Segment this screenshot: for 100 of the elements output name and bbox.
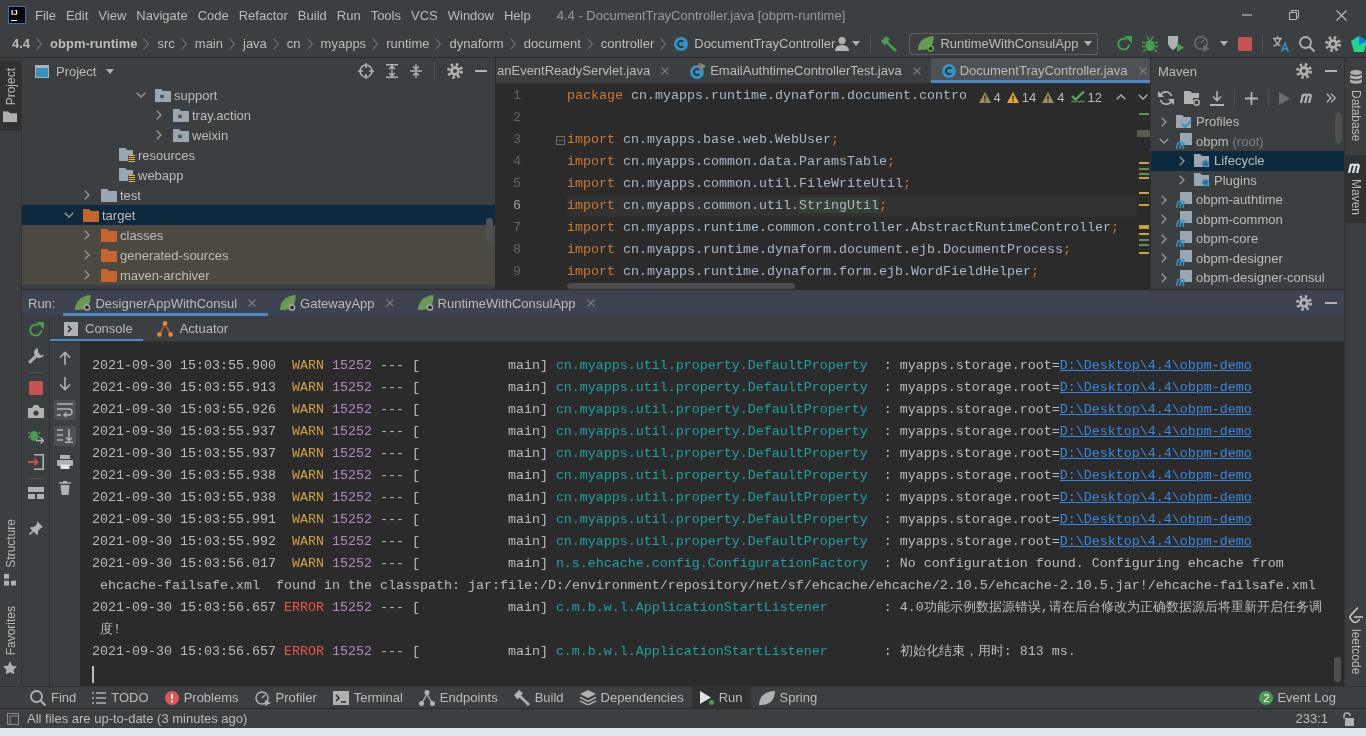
tree-item[interactable]: Lifecycle — [1151, 151, 1344, 171]
inspection-counter[interactable]: 4 — [1042, 89, 1065, 105]
stop-icon[interactable] — [1238, 36, 1253, 51]
tree-item[interactable]: obpm-designer — [1151, 248, 1344, 268]
view-selector[interactable]: Project — [35, 63, 115, 79]
square-icon[interactable] — [7, 712, 19, 725]
tree-item[interactable]: maven-archiver — [22, 265, 495, 285]
breadcrumb[interactable]: java — [243, 36, 267, 51]
breadcrumb[interactable]: runtime — [386, 36, 430, 51]
arrow-down-icon[interactable] — [59, 377, 71, 391]
expand-all-icon[interactable] — [386, 64, 398, 78]
menu-item[interactable]: File — [30, 7, 61, 23]
scrollbar-thumb[interactable] — [1333, 657, 1341, 682]
tree-item[interactable]: Profiles — [1151, 112, 1344, 132]
inspection-counter[interactable]: 12 — [1070, 89, 1102, 105]
settings-icon[interactable] — [447, 63, 463, 79]
translate-icon[interactable] — [1273, 35, 1290, 52]
tool-window-button[interactable]: Run — [691, 687, 751, 708]
tree-item[interactable]: target — [22, 205, 495, 225]
editor-tab[interactable]: anEventReadyServlet.java — [496, 58, 680, 83]
file-link[interactable]: D:\Desktop\4.4\obpm-demo — [1059, 531, 1252, 553]
settings-icon[interactable] — [1325, 35, 1342, 52]
tree-item[interactable]: resources — [22, 145, 495, 165]
tool-window-button[interactable]: TODO — [84, 687, 157, 708]
hammer-icon[interactable] — [881, 35, 898, 52]
tree-item[interactable]: obpm-core — [1151, 229, 1344, 249]
console-tab[interactable]: Actuator — [142, 316, 239, 341]
caret-icon[interactable] — [852, 41, 861, 46]
breadcrumb[interactable]: src — [157, 36, 175, 51]
menu-item[interactable]: Run — [331, 7, 366, 23]
editor-tab[interactable]: DocumentTrayController.java — [930, 58, 1150, 83]
settings-icon[interactable] — [1296, 63, 1312, 79]
camera-icon[interactable] — [27, 405, 44, 418]
inspection-counter[interactable]: 14 — [1006, 89, 1037, 105]
collapse-all-icon[interactable] — [410, 64, 422, 78]
menu-item[interactable]: VCS — [406, 7, 443, 23]
fold-marker-icon[interactable] — [556, 135, 565, 145]
event-log-button[interactable]: 2 Event Log — [1259, 687, 1366, 708]
menu-item[interactable]: Window — [442, 7, 499, 23]
file-link[interactable]: D:\Desktop\4.4\obpm-demo — [1059, 355, 1252, 377]
menu-item[interactable]: Help — [498, 7, 536, 23]
menu-item[interactable]: Edit — [60, 7, 94, 23]
tree-item[interactable]: obpm-designer-consul — [1151, 268, 1344, 288]
caret-icon[interactable] — [1220, 41, 1229, 46]
search-icon[interactable] — [1299, 35, 1316, 52]
breadcrumb[interactable]: document — [523, 36, 581, 51]
caret-position[interactable]: 233:1 — [1295, 711, 1328, 726]
chevron-down-icon[interactable] — [1138, 94, 1148, 100]
file-link[interactable]: D:\Desktop\4.4\obpm-demo — [1059, 399, 1252, 421]
tree-item[interactable]: obpm-authtime — [1151, 190, 1344, 210]
breadcrumb[interactable]: dynaform — [449, 36, 504, 51]
bug-arrow-icon[interactable] — [27, 428, 44, 444]
menu-item[interactable]: Code — [192, 7, 234, 23]
close-icon[interactable] — [912, 66, 921, 75]
tool-window-button[interactable]: Project — [0, 60, 21, 131]
tool-window-button[interactable]: Spring — [750, 687, 826, 708]
tool-window-button[interactable]: leetcode — [1345, 598, 1366, 682]
tool-window-button[interactable]: Endpoints — [410, 687, 506, 708]
close-icon[interactable] — [661, 66, 670, 75]
soft-wrap-icon[interactable] — [54, 400, 76, 420]
menu-item[interactable]: Navigate — [131, 7, 193, 23]
close-icon[interactable] — [1336, 9, 1347, 21]
file-link[interactable]: D:\Desktop\4.4\obpm-demo — [1059, 377, 1252, 399]
arrow-up-icon[interactable] — [59, 351, 71, 365]
rerun-icon[interactable] — [27, 322, 44, 338]
stop-icon[interactable] — [28, 381, 43, 395]
tree-item[interactable]: classes — [22, 225, 495, 245]
menu-item[interactable]: View — [93, 7, 132, 23]
menu-item[interactable]: Refactor — [233, 7, 293, 23]
menu-item[interactable]: Build — [292, 7, 332, 23]
file-link[interactable]: D:\Desktop\4.4\obpm-demo — [1059, 421, 1252, 443]
wrench-icon[interactable] — [27, 348, 44, 364]
tree-item[interactable]: obpm (root) — [1151, 131, 1344, 151]
console-tab[interactable]: Console — [50, 316, 143, 341]
tool-window-button[interactable]: Database — [1345, 62, 1366, 150]
exit-icon[interactable] — [27, 454, 44, 470]
tree-item[interactable]: generated-sources — [22, 245, 495, 265]
run-tab[interactable]: DesignerAppWithConsul — [63, 290, 269, 316]
settings-icon[interactable] — [1296, 295, 1312, 311]
refresh-icon[interactable] — [1158, 90, 1174, 106]
scroll-to-end-icon[interactable] — [54, 426, 76, 446]
file-link[interactable]: D:\Desktop\4.4\obpm-demo — [1059, 487, 1252, 509]
tool-window-button[interactable]: Profiler — [246, 687, 325, 708]
rerun-icon[interactable] — [1116, 35, 1133, 52]
download-icon[interactable] — [1210, 90, 1224, 106]
menu-item[interactable]: Tools — [365, 7, 406, 23]
tool-window-button[interactable]: Maven — [1345, 155, 1366, 224]
inspection-counter[interactable]: 4 — [978, 89, 1001, 105]
file-link[interactable]: D:\Desktop\4.4\obpm-demo — [1059, 465, 1252, 487]
layout-icon[interactable] — [27, 487, 44, 499]
scrollbar-thumb[interactable] — [486, 218, 493, 243]
tree-item[interactable]: Plugins — [1151, 170, 1344, 190]
run-tab[interactable]: GatewayApp — [268, 290, 406, 316]
trash-icon[interactable] — [59, 481, 71, 495]
tool-window-button[interactable]: Terminal — [324, 687, 411, 708]
tree-item[interactable]: support — [22, 85, 495, 105]
tool-window-button[interactable]: Dependencies — [571, 687, 692, 708]
tree-item[interactable]: tray.action — [22, 105, 495, 125]
crosshair-icon[interactable] — [358, 63, 374, 79]
chevron-up-icon[interactable] — [1116, 94, 1126, 100]
